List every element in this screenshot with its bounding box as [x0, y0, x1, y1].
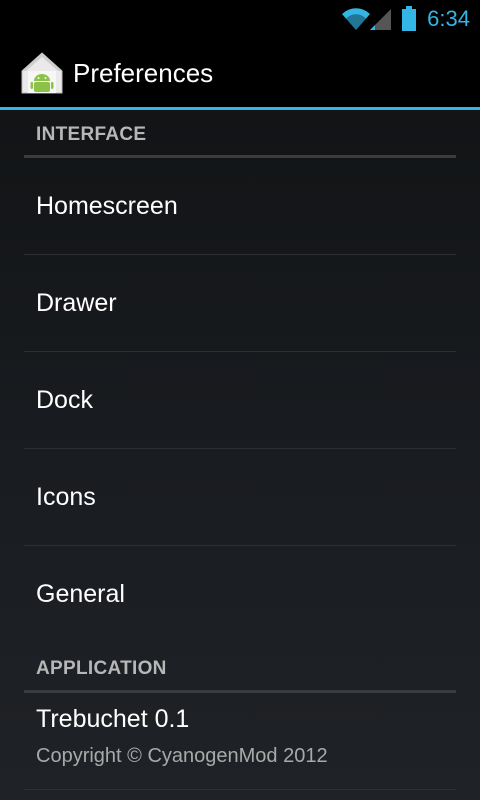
pref-summary: Copyright © CyanogenMod 2012 — [36, 745, 328, 767]
status-time: 6:34 — [427, 6, 470, 31]
category-label: APPLICATION — [36, 658, 167, 679]
category-application: APPLICATION — [24, 643, 456, 693]
pref-homescreen[interactable]: Homescreen — [24, 158, 456, 255]
wifi-icon — [341, 7, 371, 31]
pref-title: Dock — [36, 386, 93, 414]
page-title: Preferences — [73, 58, 214, 88]
action-bar: Preferences — [0, 38, 480, 110]
pref-drawer[interactable]: Drawer — [24, 255, 456, 352]
battery-icon — [401, 6, 417, 32]
preferences-list: INTERFACE Homescreen Drawer Dock Icons G… — [0, 110, 480, 800]
category-label: INTERFACE — [36, 124, 147, 145]
pref-dock[interactable]: Dock — [24, 352, 456, 449]
status-icons: 6:34 — [341, 4, 470, 34]
signal-icon — [369, 7, 393, 31]
pref-title: Icons — [36, 483, 96, 511]
pref-title: General — [36, 580, 125, 608]
pref-general[interactable]: General — [24, 546, 456, 643]
pref-title: Drawer — [36, 289, 117, 317]
pref-icons[interactable]: Icons — [24, 449, 456, 546]
pref-about[interactable]: Trebuchet 0.1 Copyright © CyanogenMod 20… — [24, 693, 456, 790]
android-home-icon[interactable] — [20, 51, 64, 95]
status-bar: 6:34 — [0, 0, 480, 38]
pref-title: Homescreen — [36, 192, 178, 220]
pref-title: Trebuchet 0.1 — [36, 705, 190, 733]
category-interface: INTERFACE — [24, 110, 456, 158]
